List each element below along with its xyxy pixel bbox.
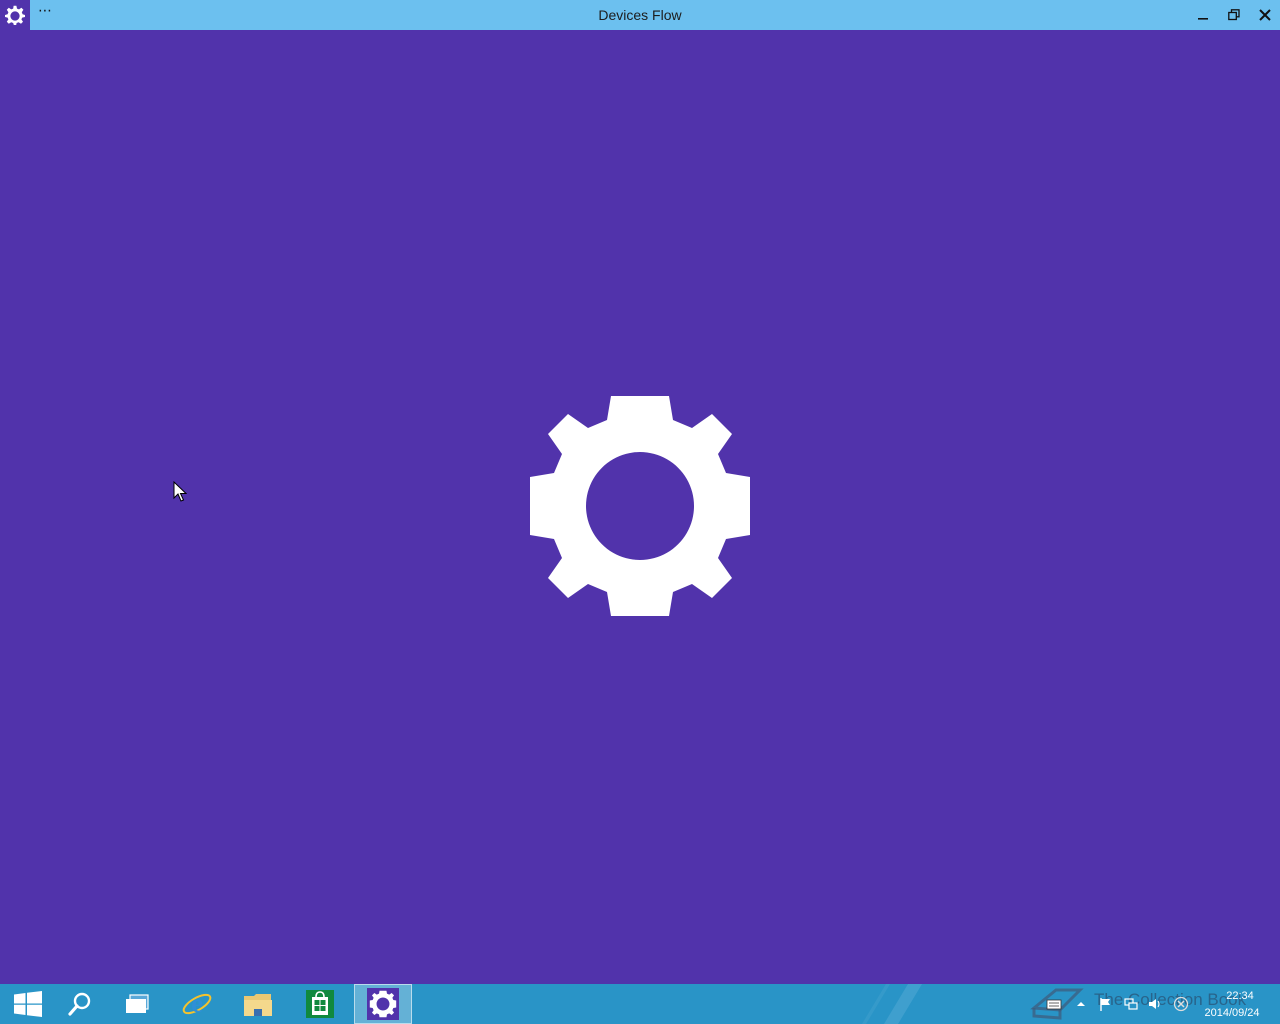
restore-button[interactable] — [1219, 0, 1249, 30]
settings-app-button[interactable] — [354, 984, 412, 1024]
search-button[interactable] — [52, 984, 108, 1024]
task-view-button[interactable] — [109, 984, 165, 1024]
network-icon[interactable] — [1123, 996, 1139, 1012]
store-button[interactable] — [292, 984, 348, 1024]
flag-icon[interactable] — [1098, 996, 1114, 1012]
minimize-icon — [1198, 18, 1208, 20]
keyboard-icon[interactable] — [1046, 996, 1062, 1012]
error-icon[interactable] — [1173, 996, 1189, 1012]
start-button[interactable] — [0, 984, 56, 1024]
clock-time[interactable]: 22:34 — [1212, 990, 1268, 1002]
restore-icon — [1228, 9, 1240, 21]
internet-explorer-icon: e — [182, 989, 212, 1018]
gear-icon — [530, 396, 750, 616]
title-bar: ⋯ Devices Flow — [0, 0, 1280, 30]
taskbar: e The Collection Book 22:34 2014/09/24 — [0, 984, 1280, 1024]
internet-explorer-button[interactable]: e — [169, 984, 225, 1024]
volume-icon[interactable] — [1147, 996, 1163, 1012]
close-button[interactable] — [1250, 0, 1280, 30]
window-title: Devices Flow — [598, 7, 682, 23]
svg-text:e: e — [191, 989, 203, 1018]
store-icon — [306, 990, 334, 1018]
clock-date[interactable]: 2014/09/24 — [1196, 1007, 1268, 1019]
mouse-cursor-icon — [173, 481, 187, 502]
close-icon — [1259, 9, 1271, 21]
app-splash-screen — [0, 30, 1280, 984]
search-icon — [68, 992, 91, 1016]
minimize-button[interactable] — [1188, 0, 1218, 30]
file-explorer-button[interactable] — [230, 984, 286, 1024]
task-view-icon — [126, 994, 149, 1013]
folder-icon — [244, 994, 272, 1016]
taskbar-decoration — [862, 984, 922, 1024]
gear-icon — [367, 988, 399, 1020]
windows-logo-icon — [14, 991, 42, 1017]
chevron-up-icon[interactable] — [1073, 996, 1089, 1012]
